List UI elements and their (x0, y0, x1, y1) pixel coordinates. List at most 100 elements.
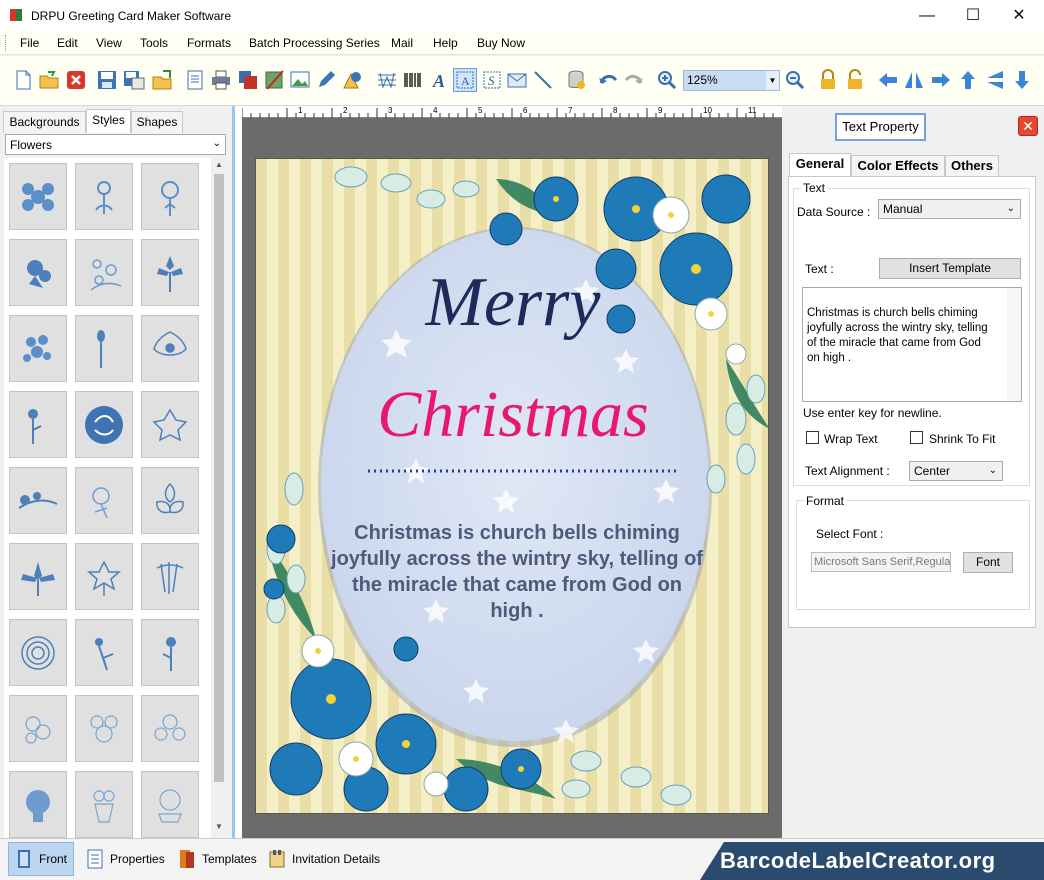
align-right-icon[interactable] (929, 68, 953, 92)
menu-edit[interactable]: Edit (57, 36, 78, 50)
minimize-button[interactable]: — (904, 0, 950, 31)
text-box-icon[interactable]: A (453, 68, 477, 92)
tab-others[interactable]: Others (945, 155, 999, 176)
layers-icon[interactable] (236, 68, 260, 92)
save-as-icon[interactable] (122, 68, 146, 92)
align-up-icon[interactable] (956, 68, 980, 92)
flower-style-6[interactable] (141, 239, 199, 306)
barcode-icon[interactable] (401, 68, 425, 92)
close-panel-icon[interactable]: ✕ (1018, 116, 1038, 136)
greeting-card[interactable]: Merry Christmas (255, 158, 769, 814)
flower-style-3[interactable] (141, 163, 199, 230)
shapes-icon[interactable] (340, 68, 364, 92)
menu-buy-now[interactable]: Buy Now (477, 36, 525, 50)
insert-picture-icon[interactable] (288, 68, 312, 92)
lock-icon[interactable] (816, 68, 840, 92)
print-icon[interactable] (209, 68, 233, 92)
new-icon[interactable] (11, 68, 35, 92)
flower-style-20[interactable] (75, 619, 133, 686)
insert-template-button[interactable]: Insert Template (879, 258, 1021, 279)
flower-style-21[interactable] (141, 619, 199, 686)
database-icon[interactable] (564, 68, 588, 92)
menu-batch-processing[interactable]: Batch Processing Series (249, 36, 380, 50)
flower-style-12[interactable] (141, 391, 199, 458)
flower-style-27[interactable] (141, 771, 199, 838)
menu-tools[interactable]: Tools (140, 36, 168, 50)
pen-icon[interactable] (314, 68, 338, 92)
flower-style-11[interactable] (75, 391, 133, 458)
tab-shapes[interactable]: Shapes (131, 111, 183, 133)
menu-file[interactable]: File (20, 36, 39, 50)
flower-style-24[interactable] (141, 695, 199, 762)
line-icon[interactable] (531, 68, 555, 92)
menu-help[interactable]: Help (433, 36, 458, 50)
flower-style-2[interactable] (75, 163, 133, 230)
flower-style-13[interactable] (9, 467, 67, 534)
thumbnail-scrollbar[interactable]: ▲ ▼ (211, 158, 227, 838)
flower-style-15[interactable] (141, 467, 199, 534)
zoom-in-icon[interactable] (655, 68, 679, 92)
flower-style-5[interactable] (75, 239, 133, 306)
flower-style-23[interactable] (75, 695, 133, 762)
close-file-icon[interactable] (64, 68, 88, 92)
text-icon[interactable]: A (428, 68, 452, 92)
flower-style-7[interactable] (9, 315, 67, 382)
save-icon[interactable] (95, 68, 119, 92)
flower-style-14[interactable] (75, 467, 133, 534)
close-window-button[interactable]: ✕ (996, 0, 1042, 31)
tab-general[interactable]: General (789, 153, 851, 176)
textarea-scrollbar[interactable] (1007, 288, 1021, 401)
wrap-text-checkbox[interactable] (806, 431, 819, 444)
tab-templates[interactable]: Templates (172, 842, 263, 876)
unlock-icon[interactable] (843, 68, 867, 92)
flower-style-25[interactable] (9, 771, 67, 838)
card-title-christmas[interactable]: Christmas (256, 377, 768, 453)
tab-backgrounds[interactable]: Backgrounds (3, 111, 86, 133)
zoom-out-icon[interactable] (783, 68, 807, 92)
flower-style-18[interactable] (141, 543, 199, 610)
align-left-icon[interactable] (876, 68, 900, 92)
tab-front[interactable]: Front (8, 842, 75, 876)
flower-style-26[interactable] (75, 771, 133, 838)
scroll-up-icon[interactable]: ▲ (211, 160, 227, 174)
menu-mail[interactable]: Mail (391, 36, 413, 50)
menu-formats[interactable]: Formats (187, 36, 231, 50)
maximize-button[interactable]: ☐ (950, 0, 996, 31)
tab-color-effects[interactable]: Color Effects (851, 155, 945, 176)
export-icon[interactable] (150, 68, 174, 92)
open-icon[interactable] (37, 68, 61, 92)
mail-icon[interactable] (505, 68, 529, 92)
flower-style-17[interactable] (75, 543, 133, 610)
shrink-to-fit-checkbox[interactable] (910, 431, 923, 444)
zoom-select[interactable]: 125% ▼ (683, 70, 780, 91)
redo-icon[interactable] (622, 68, 646, 92)
watermark-icon[interactable] (375, 68, 399, 92)
tab-styles[interactable]: Styles (86, 109, 131, 133)
flower-style-19[interactable] (9, 619, 67, 686)
card-message-text[interactable]: Christmas is church bells chiming joyful… (330, 520, 704, 624)
category-select[interactable]: Flowers ⌄ (5, 134, 226, 155)
delete-image-icon[interactable] (262, 68, 286, 92)
tab-properties[interactable]: Properties (80, 842, 171, 876)
data-source-select[interactable]: Manual ⌄ (878, 199, 1021, 219)
font-button[interactable]: Font (963, 552, 1013, 573)
flip-vertical-icon[interactable] (983, 68, 1007, 92)
align-down-icon[interactable] (1010, 68, 1034, 92)
flower-style-16[interactable] (9, 543, 67, 610)
card-text-input[interactable]: Christmas is church bells chiming joyful… (802, 287, 1022, 402)
flip-horizontal-icon[interactable] (902, 68, 926, 92)
flower-style-8[interactable] (75, 315, 133, 382)
flower-style-1[interactable] (9, 163, 67, 230)
signature-icon[interactable]: S (480, 68, 504, 92)
tab-invitation-details[interactable]: Invitation Details (262, 842, 386, 876)
text-alignment-select[interactable]: Center ⌄ (909, 461, 1003, 481)
undo-icon[interactable] (596, 68, 620, 92)
scroll-down-icon[interactable]: ▼ (211, 822, 227, 836)
scrollbar-thumb[interactable] (214, 174, 224, 782)
card-title-merry[interactable]: Merry (256, 263, 768, 343)
flower-style-10[interactable] (9, 391, 67, 458)
flower-style-9[interactable] (141, 315, 199, 382)
flower-style-4[interactable] (9, 239, 67, 306)
page-setup-icon[interactable] (183, 68, 207, 92)
flower-style-22[interactable] (9, 695, 67, 762)
